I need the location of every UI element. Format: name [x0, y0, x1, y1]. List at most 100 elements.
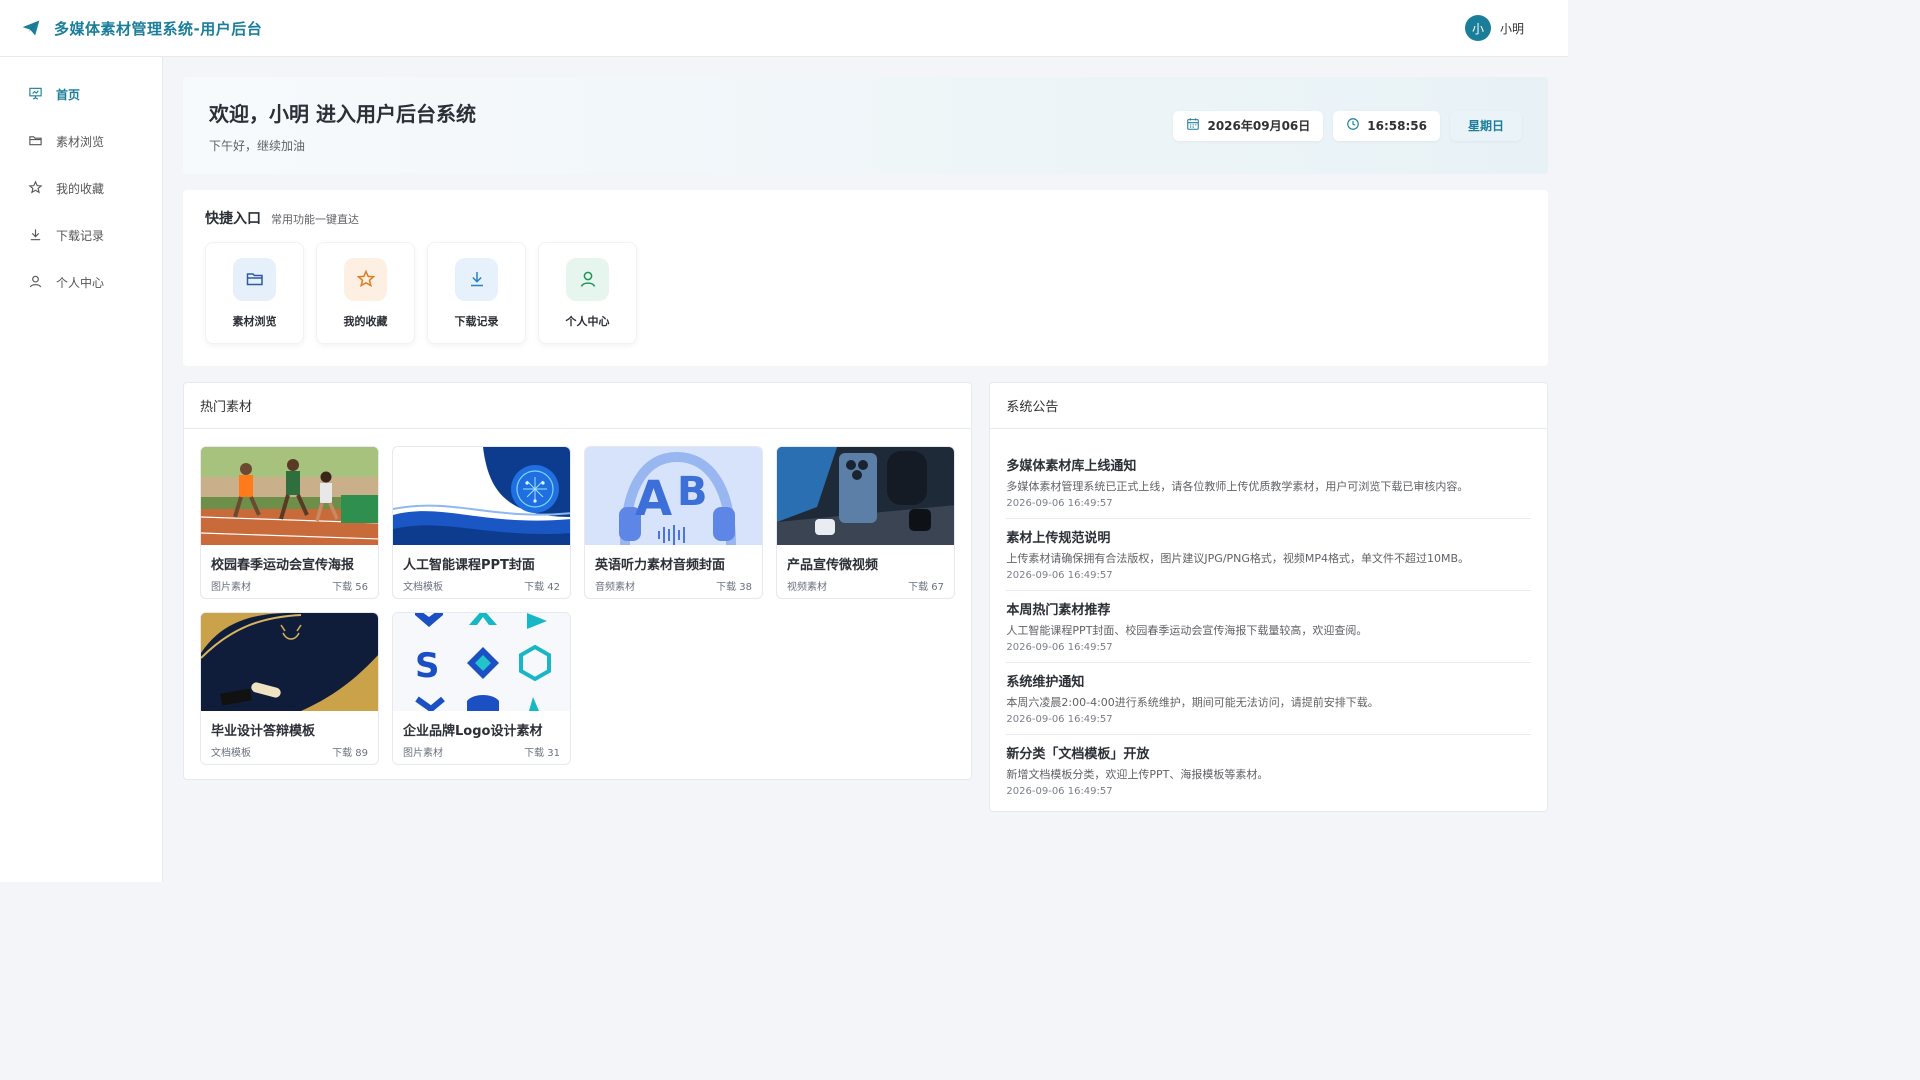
quick-card-profile[interactable]: 个人中心 — [538, 242, 637, 344]
download-icon — [28, 227, 43, 245]
date-chip: 2026年09月06日 — [1173, 110, 1324, 141]
quick-access-panel: 快捷入口 常用功能一键直达 素材浏览 我的收藏 下载记录 个人中心 — [183, 190, 1548, 366]
notice-time: 2026-09-06 16:49:57 — [1006, 570, 1113, 581]
sidebar-item-label: 素材浏览 — [56, 135, 105, 149]
notice-title: 素材上传规范说明 — [1006, 531, 1111, 546]
notice-item[interactable]: 系统维护通知 本周六凌晨2:00-4:00进行系统维护，期间可能无法访问，请提前… — [1006, 663, 1531, 735]
notice-title: 系统维护通知 — [1006, 675, 1085, 690]
quick-card-label: 我的收藏 — [343, 314, 388, 328]
sidebar-item-profile[interactable]: 个人中心 — [0, 259, 162, 306]
notice-time: 2026-09-06 16:49:57 — [1006, 498, 1113, 509]
notice-content: 人工智能课程PPT封面、校园春季运动会宣传海报下载量较高，欢迎查阅。 — [1006, 624, 1368, 637]
quick-card-label: 个人中心 — [565, 314, 610, 328]
user-icon — [28, 274, 43, 292]
quick-card-downloads[interactable]: 下载记录 — [427, 242, 526, 344]
notice-content: 新增文档模板分类，欢迎上传PPT、海报模板等素材。 — [1006, 768, 1269, 781]
material-category: 图片素材 — [211, 582, 251, 593]
clock-icon — [1346, 117, 1360, 134]
quick-card-label: 素材浏览 — [232, 314, 277, 328]
app-title: 多媒体素材管理系统-用户后台 — [54, 19, 263, 38]
material-downloads: 下载 89 — [332, 748, 368, 759]
material-category: 文档模板 — [403, 582, 443, 593]
quick-card-browse[interactable]: 素材浏览 — [205, 242, 304, 344]
notice-content: 本周六凌晨2:00-4:00进行系统维护，期间可能无法访问，请提前安排下载。 — [1006, 696, 1379, 709]
sidebar-item-label: 下载记录 — [56, 229, 105, 243]
svg-text:B: B — [677, 469, 708, 515]
material-title: 英语听力素材音频封面 — [595, 558, 726, 573]
panel-title: 热门素材 — [184, 383, 972, 429]
material-category: 文档模板 — [211, 748, 251, 759]
notice-item[interactable]: 本周热门素材推荐 人工智能课程PPT封面、校园春季运动会宣传海报下载量较高，欢迎… — [1006, 591, 1531, 663]
sidebar-item-favorites[interactable]: 我的收藏 — [0, 165, 162, 212]
folder-icon — [28, 133, 43, 151]
presentation-icon — [28, 86, 43, 104]
sidebar-item-label: 我的收藏 — [56, 182, 105, 196]
time-text: 16:58:56 — [1367, 118, 1427, 133]
welcome-subtitle: 下午好，继续加油 — [209, 138, 306, 153]
sidebar-item-label: 首页 — [56, 88, 81, 102]
material-thumbnail: S — [393, 613, 570, 711]
top-header: 多媒体素材管理系统-用户后台 小 小明 — [0, 0, 1568, 57]
material-card[interactable]: A B 英语听力素材音频封面 音频素材 下载 38 — [584, 446, 763, 599]
sidebar-item-label: 个人中心 — [56, 276, 105, 290]
quick-title: 快捷入口 — [205, 211, 261, 227]
material-title: 产品宣传微视频 — [787, 558, 879, 573]
paper-plane-icon — [20, 17, 42, 39]
notice-time: 2026-09-06 16:49:57 — [1006, 714, 1113, 725]
folder-icon — [233, 257, 276, 301]
notice-title: 新分类「文档模板」开放 — [1006, 747, 1150, 762]
material-card[interactable]: 毕业设计答辩模板 文档模板 下载 89 — [200, 612, 379, 765]
material-card[interactable]: 校园春季运动会宣传海报 图片素材 下载 56 — [200, 446, 379, 599]
material-title: 人工智能课程PPT封面 — [403, 558, 535, 573]
material-title: 校园春季运动会宣传海报 — [211, 558, 355, 573]
notice-item[interactable]: 新分类「文档模板」开放 新增文档模板分类，欢迎上传PPT、海报模板等素材。 20… — [1006, 735, 1531, 806]
notice-item[interactable]: 多媒体素材库上线通知 多媒体素材管理系统已正式上线，请各位教师上传优质教学素材，… — [1006, 447, 1531, 519]
star-icon — [344, 257, 387, 301]
notice-time: 2026-09-06 16:49:57 — [1006, 786, 1113, 797]
material-downloads: 下载 38 — [716, 582, 752, 593]
weekday-chip: 星期日 — [1449, 110, 1522, 141]
panel-title: 系统公告 — [990, 383, 1547, 429]
material-thumbnail — [777, 447, 954, 545]
sidebar: 首页 素材浏览 我的收藏 下载记录 个人中心 — [0, 57, 163, 882]
notice-title: 本周热门素材推荐 — [1006, 603, 1111, 618]
material-downloads: 下载 67 — [908, 582, 944, 593]
material-thumbnail — [201, 447, 378, 545]
weekday-text: 星期日 — [1467, 119, 1504, 133]
time-chip: 16:58:56 — [1333, 110, 1440, 141]
material-downloads: 下载 42 — [524, 582, 560, 593]
notice-time: 2026-09-06 16:49:57 — [1006, 642, 1113, 653]
user-name[interactable]: 小明 — [1500, 20, 1524, 37]
quick-card-favorites[interactable]: 我的收藏 — [316, 242, 415, 344]
material-category: 视频素材 — [787, 582, 827, 593]
material-card[interactable]: 人工智能课程PPT封面 文档模板 下载 42 — [392, 446, 571, 599]
sidebar-item-home[interactable]: 首页 — [0, 71, 162, 118]
date-text: 2026年09月06日 — [1207, 119, 1311, 133]
welcome-banner: 欢迎，小明 进入用户后台系统 下午好，继续加油 2026年09月06日 16:5… — [183, 77, 1548, 174]
sidebar-item-browse[interactable]: 素材浏览 — [0, 118, 162, 165]
main-content: 欢迎，小明 进入用户后台系统 下午好，继续加油 2026年09月06日 16:5… — [183, 77, 1548, 812]
hot-materials-panel: 热门素材 校园春季运动会宣传海报 图片素材 下载 56 人工智能课程PPT封面 … — [183, 382, 973, 780]
notice-panel: 系统公告 多媒体素材库上线通知 多媒体素材管理系统已正式上线，请各位教师上传优质… — [989, 382, 1548, 812]
notice-content: 上传素材请确保拥有合法版权，图片建议JPG/PNG格式，视频MP4格式，单文件不… — [1006, 552, 1470, 565]
material-category: 图片素材 — [403, 748, 443, 759]
material-category: 音频素材 — [595, 582, 635, 593]
welcome-title: 欢迎，小明 进入用户后台系统 — [209, 101, 476, 126]
material-thumbnail — [201, 613, 378, 711]
material-downloads: 下载 56 — [332, 582, 368, 593]
calendar-icon — [1186, 117, 1200, 134]
quick-subtitle: 常用功能一键直达 — [271, 213, 359, 226]
material-title: 企业品牌Logo设计素材 — [403, 724, 543, 739]
material-card[interactable]: 产品宣传微视频 视频素材 下载 67 — [776, 446, 955, 599]
brand[interactable]: 多媒体素材管理系统-用户后台 — [20, 17, 262, 39]
notice-item[interactable]: 素材上传规范说明 上传素材请确保拥有合法版权，图片建议JPG/PNG格式，视频M… — [1006, 519, 1531, 591]
material-card[interactable]: S 企业品牌Logo设计素材 图片素材 下载 31 — [392, 612, 571, 765]
avatar[interactable]: 小 — [1464, 15, 1491, 41]
material-title: 毕业设计答辩模板 — [211, 724, 316, 739]
svg-text:A: A — [635, 471, 672, 527]
quick-card-label: 下载记录 — [454, 314, 499, 328]
user-icon — [566, 257, 609, 301]
user-menu[interactable]: 小 小明 — [1464, 15, 1524, 41]
notice-title: 多媒体素材库上线通知 — [1006, 459, 1137, 474]
sidebar-item-downloads[interactable]: 下载记录 — [0, 212, 162, 259]
